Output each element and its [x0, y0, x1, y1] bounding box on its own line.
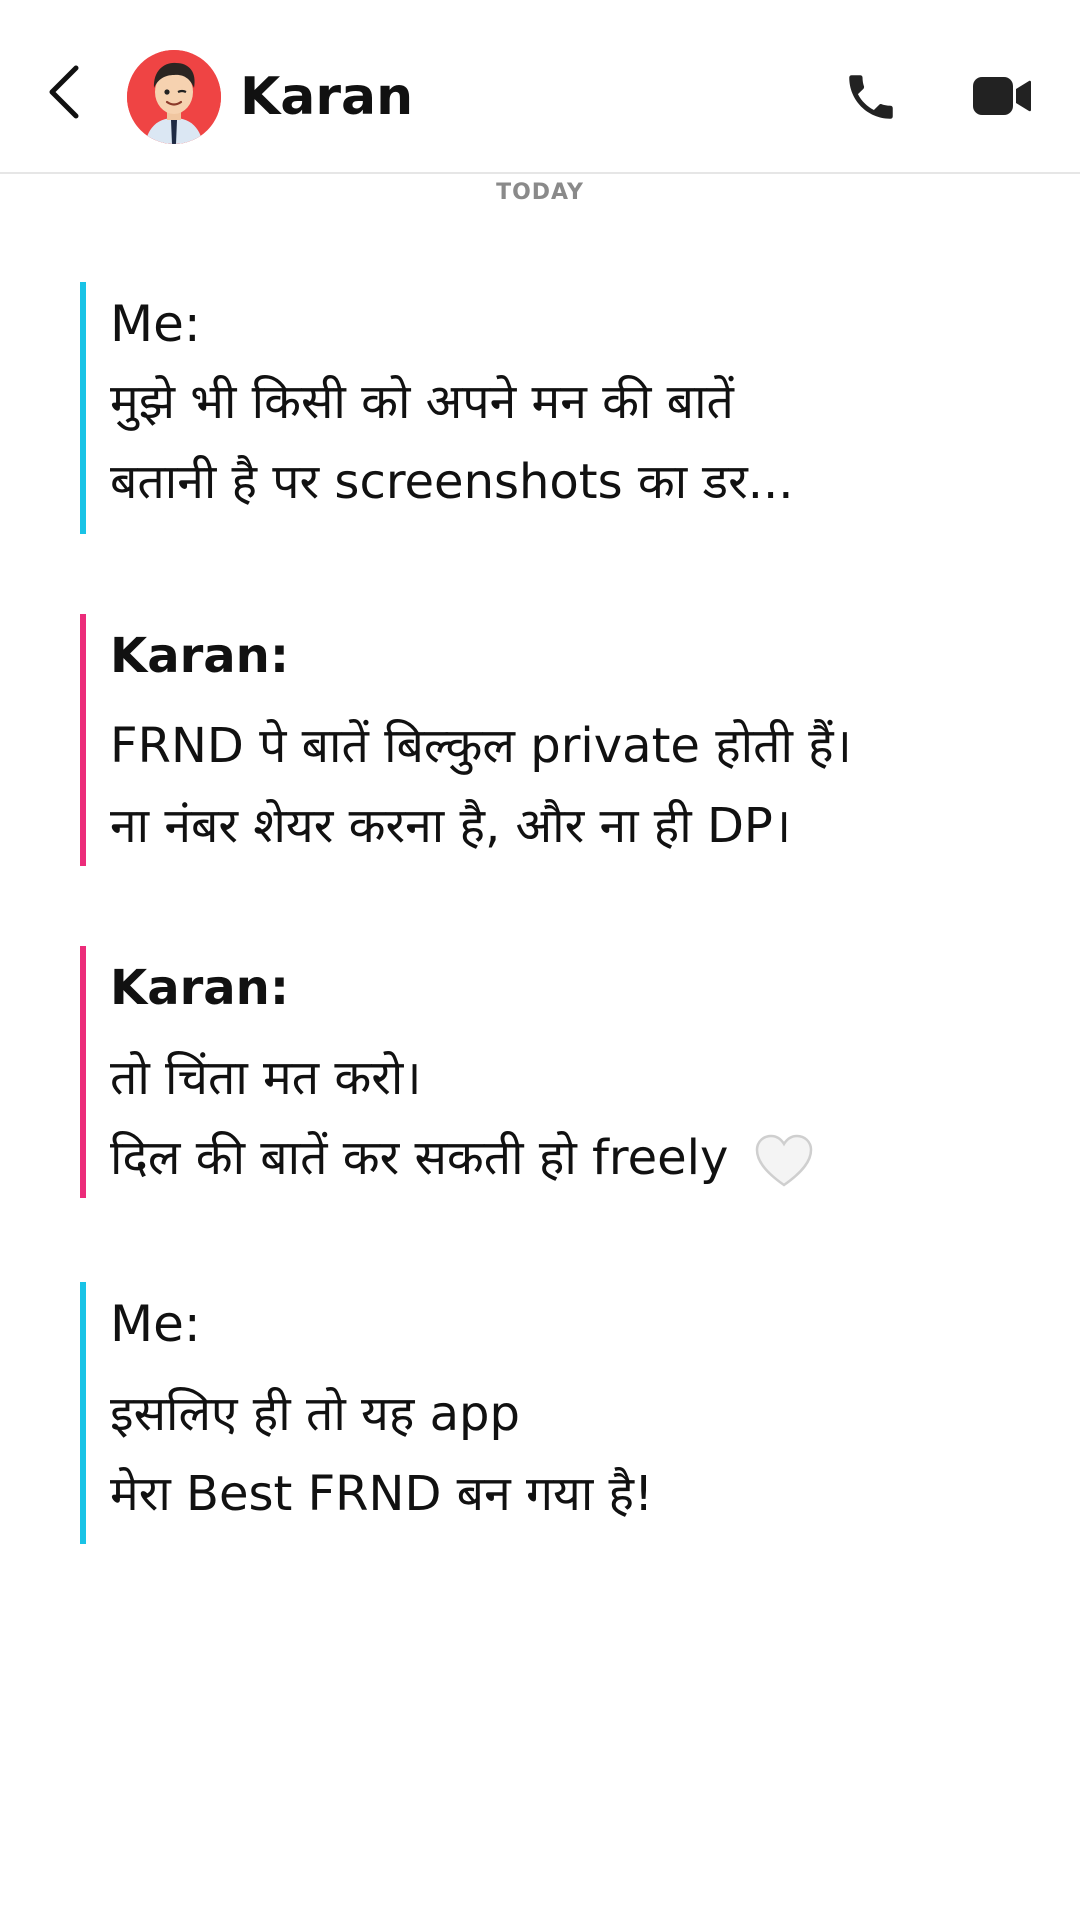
message-text: तो चिंता मत करो।: [110, 1050, 422, 1106]
back-button[interactable]: [34, 56, 94, 128]
voice-call-button[interactable]: [836, 62, 906, 132]
white-heart-icon: [755, 1134, 812, 1187]
message-bubble-me: Me: मुझे भी किसी को अपने मन की बातें बता…: [80, 282, 1010, 534]
message-text: बतानी है पर screenshots का डर...: [110, 454, 794, 510]
avatar[interactable]: [127, 50, 221, 144]
message-text: दिल की बातें कर सकती हो freely: [110, 1130, 729, 1186]
contact-name[interactable]: Karan: [240, 62, 413, 132]
date-separator: TODAY: [496, 180, 584, 205]
chevron-left-icon: [49, 65, 79, 119]
message-sender: Me:: [110, 1295, 201, 1353]
video-camera-icon: [973, 77, 1031, 115]
message-bubble-karan: Karan: तो चिंता मत करो। दिल की बातें कर …: [80, 946, 1010, 1198]
chat-screen: Karan TODAY Me: मुझे भी किसी को अपने मन …: [0, 0, 1080, 1920]
message-bubble-karan: Karan: FRND पे बातें बिल्कुल private होत…: [80, 614, 1010, 866]
phone-icon: [849, 75, 893, 119]
message-text: ना नंबर शेयर करना है, और ना ही DP।: [110, 798, 792, 854]
message-text: मेरा Best FRND बन गया है!: [110, 1466, 654, 1522]
message-bubble-me: Me: इसलिए ही तो यह app मेरा Best FRND बन…: [80, 1282, 1010, 1544]
message-sender: Karan:: [110, 628, 290, 684]
avatar-icon: [127, 50, 221, 144]
message-text-with-emoji: दिल की बातें कर सकती हो freely: [110, 1118, 1010, 1198]
video-call-button[interactable]: [968, 66, 1036, 126]
message-text: इसलिए ही तो यह app: [110, 1386, 520, 1442]
message-sender: Karan:: [110, 960, 290, 1016]
message-sender: Me:: [110, 295, 201, 353]
chat-header: Karan: [0, 0, 1080, 174]
message-text: मुझे भी किसी को अपने मन की बातें: [110, 374, 734, 430]
message-text: FRND पे बातें बिल्कुल private होती हैं।: [110, 718, 852, 774]
